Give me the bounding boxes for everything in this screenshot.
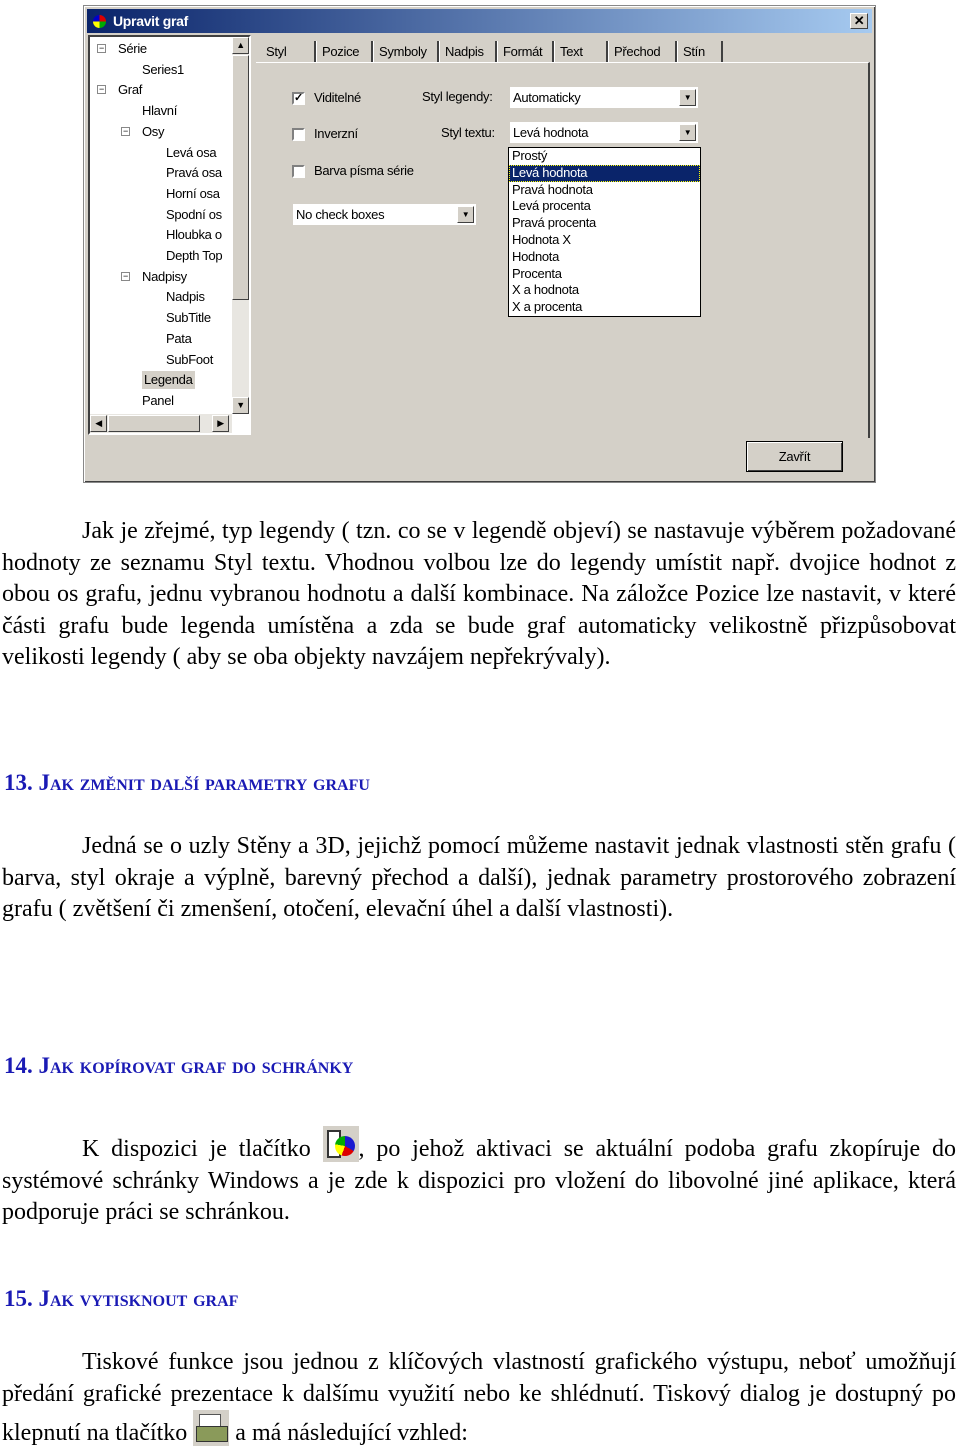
scroll-down-icon[interactable]: ▼ — [232, 397, 249, 414]
tree-item[interactable]: Horní osa — [166, 185, 220, 203]
tree-item[interactable]: Depth Top — [166, 247, 223, 265]
chevron-down-icon[interactable]: ▼ — [679, 124, 696, 141]
tab-0[interactable]: Styl — [261, 41, 316, 63]
heading-14: 14. Jak kopírovat graf do schránky — [4, 1053, 354, 1078]
visible-label: Viditelné — [314, 90, 361, 105]
tab-1[interactable]: Pozice — [316, 41, 373, 63]
list-option[interactable]: X a hodnota — [509, 282, 700, 299]
list-option[interactable]: Hodnota X — [509, 232, 700, 249]
collapse-icon[interactable]: − — [97, 44, 106, 53]
tree-item[interactable]: Levá osa — [166, 144, 217, 162]
inverse-label: Inverzní — [314, 126, 358, 141]
list-option[interactable]: Pravá hodnota — [509, 182, 700, 199]
scroll-up-icon[interactable]: ▲ — [232, 37, 249, 54]
tab-7[interactable]: Stín — [677, 41, 723, 63]
text-style-value: Levá hodnota — [513, 125, 589, 140]
tab-2[interactable]: Symboly — [373, 41, 439, 63]
legend-style-select[interactable]: Automaticky ▼ — [510, 87, 698, 108]
paragraph-walls-3d: Jedná se o uzly Stěny a 3D, jejichž pomo… — [2, 833, 956, 922]
list-option[interactable]: Procenta — [509, 266, 700, 283]
collapse-icon[interactable]: − — [121, 271, 130, 281]
series-font-color-label: Barva písma série — [314, 163, 414, 178]
chart-app-icon — [93, 15, 106, 28]
tree-item[interactable]: Pata — [166, 330, 192, 348]
tree-item[interactable]: Hloubka o — [166, 226, 222, 244]
tab-panel-styl: ✓ Viditelné Inverzní Barva písma série S… — [256, 62, 870, 438]
chevron-down-icon[interactable]: ▼ — [679, 89, 696, 106]
checkbox-mode-select[interactable]: No check boxes ▼ — [293, 204, 476, 225]
chevron-down-icon[interactable]: ▼ — [457, 206, 474, 223]
text-style-dropdown-list[interactable]: Prostý Levá hodnota Pravá hodnota Levá proc… — [508, 147, 701, 317]
edit-chart-dialog: Upravit graf ✕ Série − Series1 Graf − Hlavní O… — [83, 5, 876, 483]
horizontal-scrollbar[interactable]: ◀ ▶ — [90, 414, 232, 433]
close-icon[interactable]: ✕ — [850, 13, 868, 29]
text: a má následující vzhled: — [229, 1420, 468, 1446]
dialog-title: Upravit graf — [113, 13, 188, 29]
list-option[interactable]: Prostý — [509, 148, 700, 165]
scroll-right-icon[interactable]: ▶ — [212, 415, 229, 432]
series-font-color-checkbox[interactable] — [292, 165, 305, 178]
tab-3[interactable]: Nadpis — [439, 41, 497, 63]
legend-style-value: Automaticky — [513, 90, 581, 105]
close-button[interactable]: Zavřít — [746, 441, 843, 472]
collapse-icon[interactable]: − — [97, 85, 106, 95]
tree-item[interactable]: Nadpisy — [142, 268, 187, 286]
tree-item[interactable]: Série — [118, 40, 147, 58]
checkbox-mode-value: No check boxes — [296, 207, 385, 222]
vertical-scrollbar[interactable]: ▲ ▼ — [232, 37, 249, 414]
tab-6[interactable]: Přechod — [608, 41, 677, 63]
scroll-left-icon[interactable]: ◀ — [90, 415, 107, 432]
tree-item[interactable]: Spodní os — [166, 206, 222, 224]
tree-item[interactable]: Legenda — [142, 371, 195, 390]
paragraph-clipboard: K dispozici je tlačítko , po jehož aktiv… — [2, 1126, 956, 1229]
heading-15: 15. Jak vytisknout graf — [4, 1286, 239, 1311]
heading-13: 13. Jak změnit další parametry grafu — [4, 770, 370, 795]
tree-item[interactable]: Graf — [118, 81, 142, 99]
tree-item[interactable]: Osy — [142, 123, 165, 141]
text-style-label: Styl textu: — [441, 125, 495, 140]
visible-checkbox[interactable]: ✓ — [292, 92, 305, 105]
list-option[interactable]: Hodnota — [509, 249, 700, 266]
tab-4[interactable]: Formát — [497, 41, 554, 63]
printer-icon — [193, 1410, 230, 1446]
paragraph-print: Tiskové funkce jsou jednou z klíčových v… — [2, 1347, 956, 1450]
list-option[interactable]: Levá procenta — [509, 198, 700, 215]
tree-item[interactable]: Panel — [142, 392, 174, 410]
tree-item[interactable]: SubFoot — [166, 351, 213, 369]
paragraph-legend: Jak je zřejmé, typ legendy ( tzn. co se … — [2, 518, 956, 670]
collapse-icon[interactable]: − — [121, 126, 130, 136]
hscroll-thumb[interactable] — [108, 415, 200, 432]
scroll-thumb[interactable] — [232, 55, 249, 300]
text-style-select[interactable]: Levá hodnota ▼ — [510, 122, 698, 143]
list-option[interactable]: X a procenta — [509, 299, 700, 316]
inverse-checkbox[interactable] — [292, 128, 305, 141]
tree-view[interactable]: Série − Series1 Graf − Hlavní Osy − Levá osa Prav… — [88, 35, 251, 435]
legend-style-label: Styl legendy: — [422, 89, 493, 104]
text: K dispozici je tlačítko — [82, 1136, 323, 1162]
tree-item[interactable]: Hlavní — [142, 102, 177, 120]
text: Tiskové funkce jsou jednou z klíčových v… — [2, 1349, 956, 1446]
copy-chart-icon — [322, 1126, 359, 1162]
list-option[interactable]: Levá hodnota — [509, 164, 700, 182]
list-option[interactable]: Pravá procenta — [509, 215, 700, 232]
tab-5[interactable]: Text — [554, 41, 608, 63]
tree-item[interactable]: Nadpis — [166, 288, 205, 306]
tree-item[interactable]: Pravá osa — [166, 164, 222, 182]
tree-item[interactable]: Series1 — [142, 61, 184, 79]
dialog-titlebar: Upravit graf ✕ — [87, 9, 872, 33]
tree-item[interactable]: SubTitle — [166, 309, 211, 327]
